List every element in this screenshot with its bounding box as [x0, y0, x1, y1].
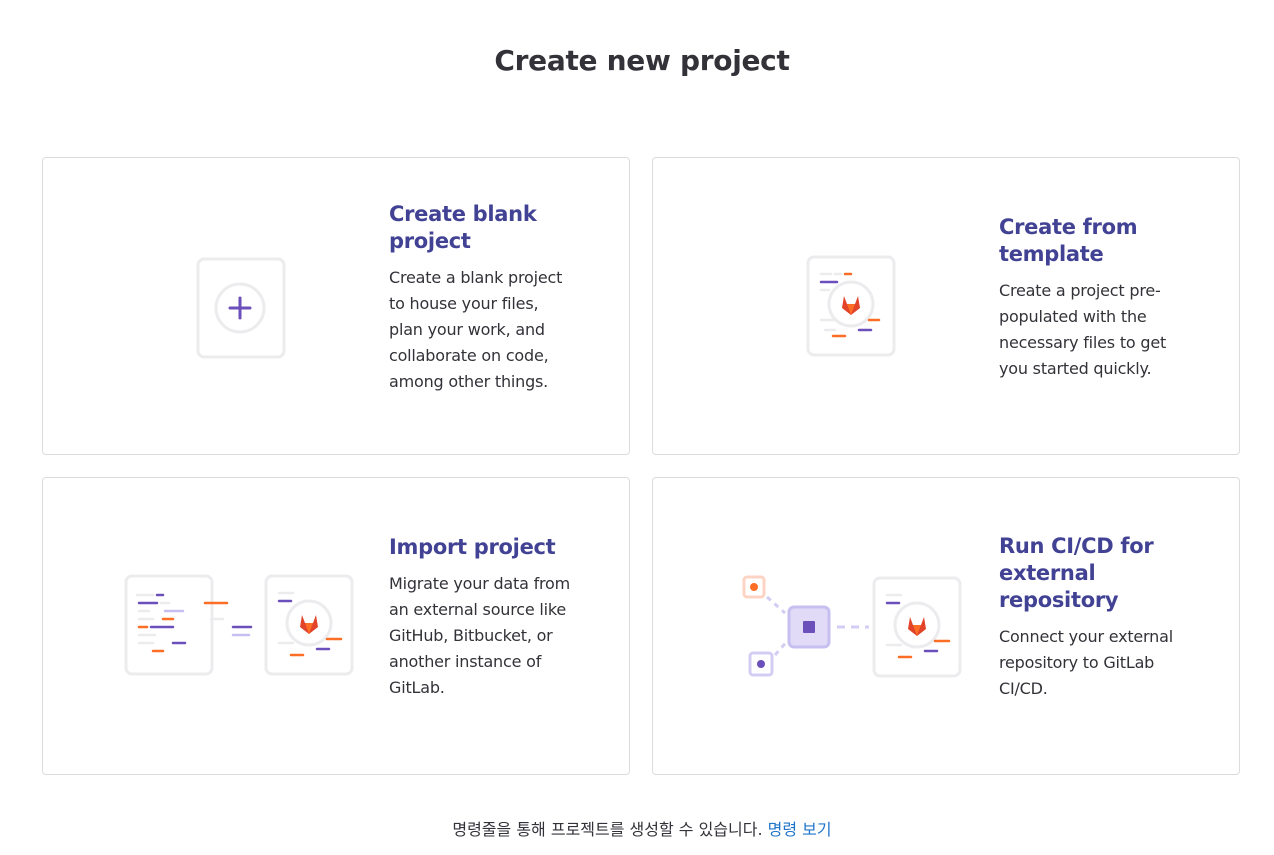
card-description: Create a project pre-populated with the … — [999, 281, 1167, 378]
footer-text: 명령줄을 통해 프로젝트를 생성할 수 있습니다. — [452, 820, 763, 839]
create-from-template-card[interactable]: Create from template Create a project pr… — [652, 157, 1240, 455]
card-title: Create blank project — [389, 202, 537, 253]
card-description: Migrate your data from an external sourc… — [389, 574, 571, 697]
card-description: Create a blank project to house your fil… — [389, 268, 563, 391]
card-description: Connect your external repository to GitL… — [999, 627, 1173, 698]
run-cicd-external-repository-card[interactable]: Run CI/CD for external repository Connec… — [652, 477, 1240, 775]
cicd-icon — [741, 573, 963, 685]
card-title: Create from template — [999, 215, 1138, 266]
command-line-hint: 명령줄을 통해 프로젝트를 생성할 수 있습니다. 명령 보기 — [0, 816, 1274, 840]
template-icon — [805, 254, 897, 364]
import-icon — [123, 573, 355, 683]
view-command-link[interactable]: 명령 보기 — [768, 820, 832, 839]
import-project-card[interactable]: Import project Migrate your data from an… — [42, 477, 630, 775]
create-blank-project-card[interactable]: Create blank project Create a blank proj… — [42, 157, 630, 455]
card-title: Run CI/CD for external repository — [999, 534, 1154, 612]
card-title: Import project — [389, 535, 556, 559]
plus-icon — [195, 256, 287, 366]
page-title: Create new project — [494, 44, 790, 77]
